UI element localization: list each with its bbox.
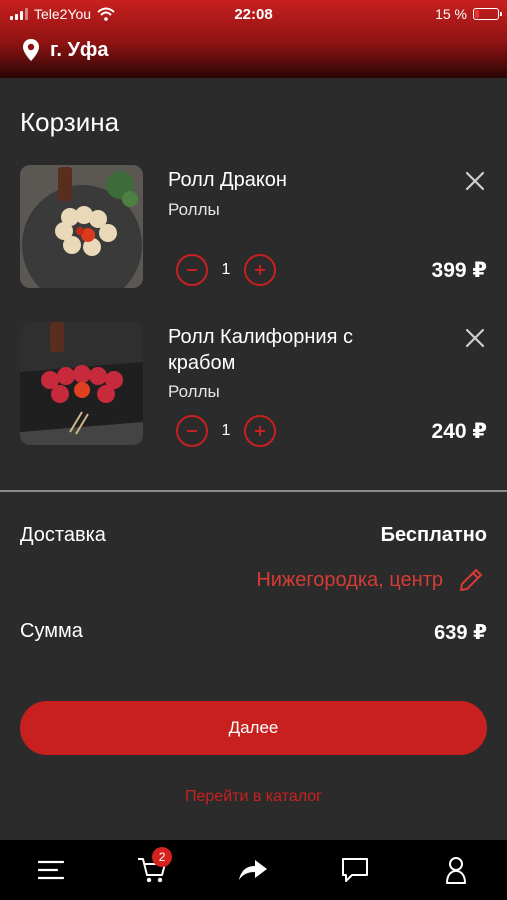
battery-percent: 15 %: [435, 6, 467, 22]
remove-item-icon[interactable]: [463, 169, 487, 193]
tab-share[interactable]: [228, 845, 278, 895]
city-selector[interactable]: г. Уфа: [22, 38, 109, 62]
minus-icon: [187, 269, 197, 271]
product-image[interactable]: [20, 165, 143, 288]
plus-icon: [255, 426, 265, 436]
total-value: 639 ₽: [434, 622, 487, 644]
share-icon: [239, 860, 268, 880]
product-name: Ролл Калифорния с крабом: [168, 326, 353, 374]
status-bar: Tele2You 22:08 15 %: [0, 0, 507, 30]
product-price: 240 ₽: [431, 420, 487, 443]
product-category: Роллы: [168, 200, 220, 219]
page-title: Корзина: [20, 107, 120, 137]
quantity-value: 1: [221, 261, 231, 278]
delivery-address[interactable]: Нижегородка, центр: [256, 566, 485, 594]
product-name: Ролл Дракон: [168, 169, 287, 191]
decrease-button[interactable]: [176, 415, 208, 447]
clock: 22:08: [234, 6, 273, 23]
header-bar: Tele2You 22:08 15 % г. Уфа: [0, 0, 507, 78]
city-label: г. Уфа: [50, 38, 109, 61]
divider: [0, 490, 507, 492]
remove-item-icon[interactable]: [463, 326, 487, 350]
chat-icon: [341, 858, 368, 882]
address-text: Нижегородка, центр: [256, 568, 443, 591]
tab-chat[interactable]: [330, 845, 380, 895]
cart-item: Ролл Дракон Роллы 1 399 ₽: [20, 165, 487, 289]
decrease-button[interactable]: [176, 254, 208, 286]
menu-icon: [37, 860, 64, 880]
increase-button[interactable]: [244, 415, 276, 447]
quantity-stepper: 1: [176, 415, 276, 447]
quantity-stepper: 1: [176, 254, 276, 286]
product-category: Роллы: [168, 382, 220, 401]
edit-pencil-icon: [460, 569, 482, 591]
tab-profile[interactable]: [431, 845, 481, 895]
product-image[interactable]: [20, 322, 143, 445]
cart-item: Ролл Калифорния с крабом Роллы 1 240 ₽: [20, 322, 487, 447]
increase-button[interactable]: [244, 254, 276, 286]
battery-group: 15 %: [435, 6, 502, 22]
quantity-value: 1: [221, 422, 231, 439]
tab-bar: 2: [0, 840, 507, 900]
total-label: Сумма: [20, 620, 83, 642]
battery-icon: [473, 8, 502, 20]
product-price: 399 ₽: [431, 259, 487, 282]
plus-icon: [255, 265, 265, 275]
tab-cart[interactable]: 2: [127, 845, 177, 895]
tab-menu[interactable]: [26, 845, 76, 895]
next-button[interactable]: Далее: [20, 701, 487, 755]
location-pin-icon: [23, 39, 39, 61]
go-to-catalog-link[interactable]: Перейти в каталог: [0, 788, 507, 806]
delivery-label: Доставка: [20, 524, 106, 546]
profile-icon: [446, 857, 467, 884]
delivery-value: Бесплатно: [380, 524, 487, 546]
minus-icon: [187, 430, 197, 432]
cart-count-badge: 2: [152, 847, 173, 867]
